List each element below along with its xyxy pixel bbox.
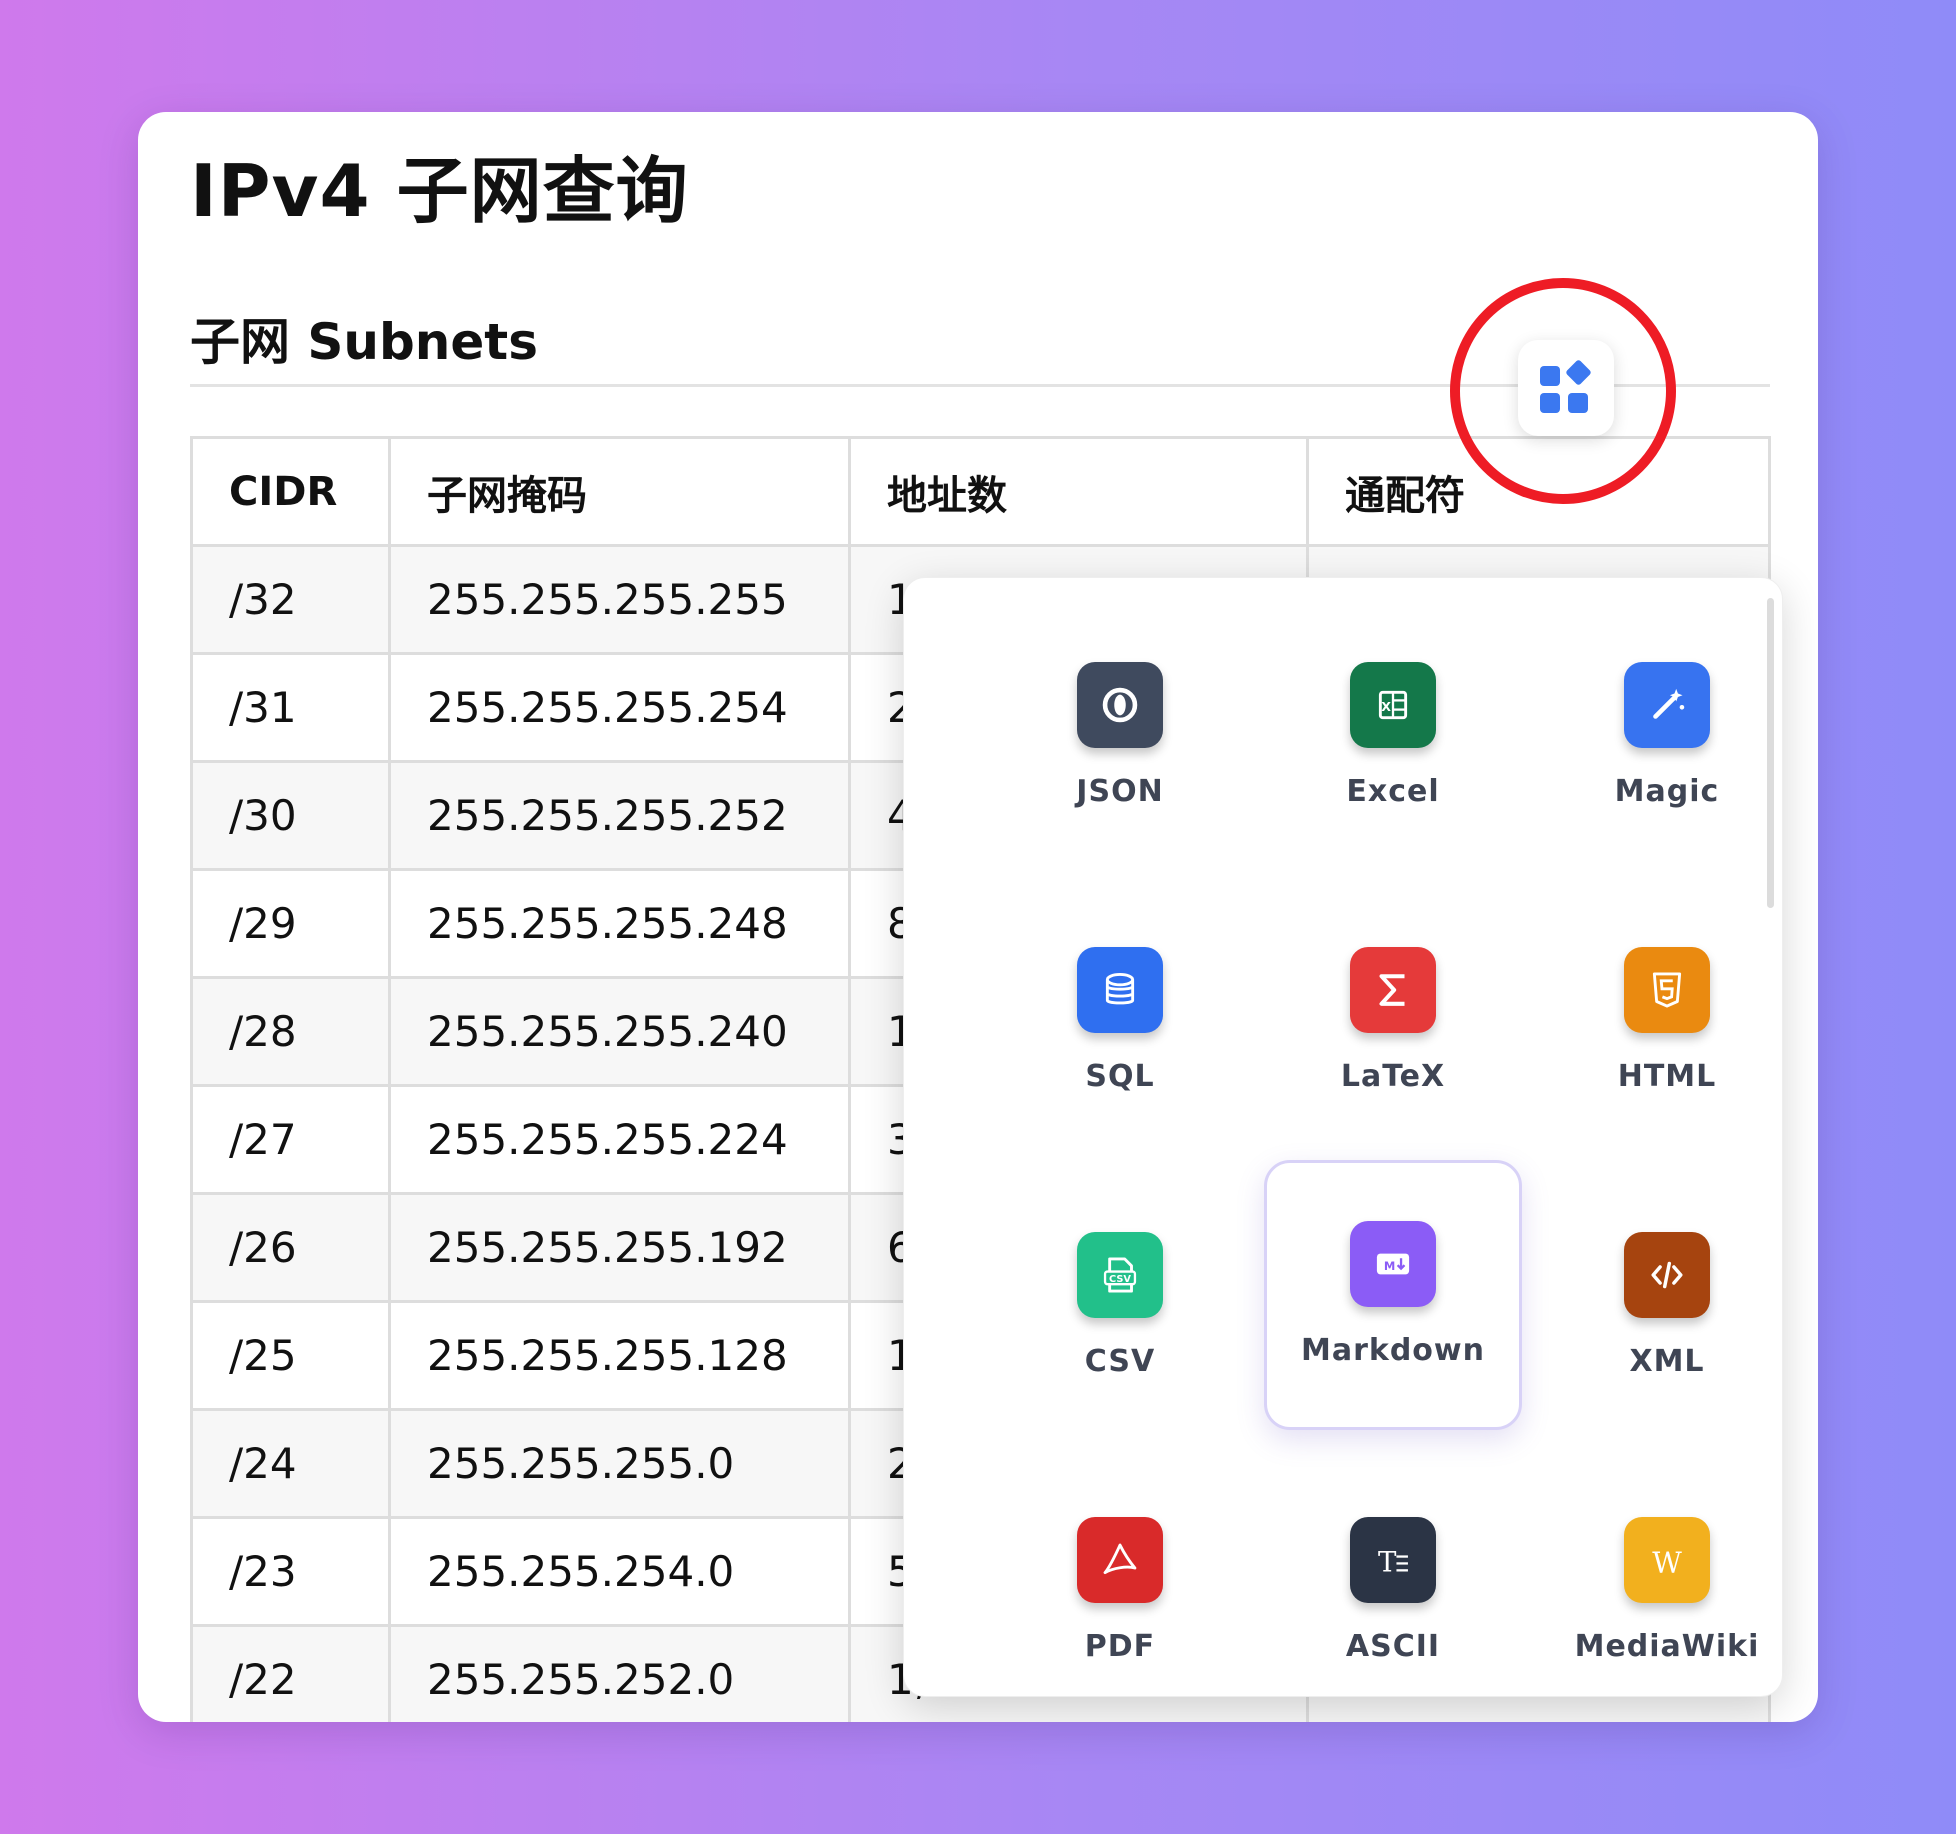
cidr-cell: /22 — [190, 1624, 391, 1722]
svg-text:X: X — [1381, 699, 1391, 714]
format-label: PDF — [1084, 1629, 1156, 1664]
format-option-json[interactable]: JSON — [991, 578, 1249, 848]
mask-cell: 255.255.255.255 — [388, 544, 851, 655]
mask-cell: 255.255.255.0 — [388, 1408, 851, 1519]
format-option-ascii[interactable]: T ASCII — [1264, 1433, 1522, 1696]
cidr-cell: /29 — [190, 868, 391, 979]
format-label: CSV — [1084, 1344, 1156, 1379]
format-option-mediawiki[interactable]: W MediaWiki — [1538, 1433, 1782, 1696]
svg-text:CSV: CSV — [1109, 1274, 1131, 1285]
format-option-latex[interactable]: LaTeX — [1264, 863, 1522, 1133]
mask-cell: 255.255.255.248 — [388, 868, 851, 979]
code-icon — [1624, 1232, 1710, 1318]
cidr-cell: /23 — [190, 1516, 391, 1627]
markdown-icon: M — [1350, 1221, 1436, 1307]
ascii-text-icon: T — [1350, 1517, 1436, 1603]
mask-cell: 255.255.255.252 — [388, 760, 851, 871]
cidr-cell: /30 — [190, 760, 391, 871]
format-option-html[interactable]: HTML — [1538, 863, 1782, 1133]
column-header-address-count: 地址数 — [848, 436, 1309, 547]
format-option-xml[interactable]: XML — [1538, 1148, 1782, 1418]
svg-text:W: W — [1652, 1546, 1682, 1580]
svg-text:M: M — [1384, 1259, 1395, 1273]
format-label: JSON — [1076, 774, 1164, 809]
mask-cell: 255.255.255.254 — [388, 652, 851, 763]
excel-icon: X — [1350, 662, 1436, 748]
cidr-cell: /28 — [190, 976, 391, 1087]
database-icon — [1077, 947, 1163, 1033]
sigma-icon — [1350, 947, 1436, 1033]
format-label: HTML — [1617, 1059, 1717, 1094]
format-label: XML — [1629, 1344, 1705, 1379]
mask-cell: 255.255.252.0 — [388, 1624, 851, 1722]
format-label: SQL — [1085, 1059, 1155, 1094]
pdf-icon — [1077, 1517, 1163, 1603]
mask-cell: 255.255.255.240 — [388, 976, 851, 1087]
html5-icon — [1624, 947, 1710, 1033]
format-option-markdown[interactable]: M Markdown — [1264, 1160, 1522, 1430]
svg-text:T: T — [1378, 1546, 1397, 1579]
json-icon — [1077, 662, 1163, 748]
format-option-magic[interactable]: Magic — [1538, 578, 1782, 848]
mediawiki-icon: W — [1624, 1517, 1710, 1603]
format-label: Markdown — [1300, 1333, 1485, 1368]
cidr-cell: /31 — [190, 652, 391, 763]
magic-wand-icon — [1624, 662, 1710, 748]
cidr-cell: /27 — [190, 1084, 391, 1195]
cidr-cell: /26 — [190, 1192, 391, 1303]
cidr-cell: /25 — [190, 1300, 391, 1411]
page-title: IPv4 子网查询 — [190, 149, 689, 233]
csv-icon: CSV — [1077, 1232, 1163, 1318]
format-label: LaTeX — [1340, 1059, 1446, 1094]
format-option-sql[interactable]: SQL — [991, 863, 1249, 1133]
section-title: 子网 Subnets — [190, 313, 538, 371]
mask-cell: 255.255.255.128 — [388, 1300, 851, 1411]
format-option-csv[interactable]: CSV CSV — [991, 1148, 1249, 1418]
column-header-cidr: CIDR — [190, 436, 391, 547]
export-format-menu: JSON X Excel Magic SQL LaTeX HTML CSV CSV M Markdo… — [903, 577, 1783, 1697]
format-option-pdf[interactable]: PDF — [991, 1433, 1249, 1696]
mask-cell: 255.255.255.224 — [388, 1084, 851, 1195]
mask-cell: 255.255.254.0 — [388, 1516, 851, 1627]
column-header-mask: 子网掩码 — [388, 436, 851, 547]
format-label: Magic — [1614, 774, 1720, 809]
format-option-excel[interactable]: X Excel — [1264, 578, 1522, 848]
format-label: MediaWiki — [1574, 1629, 1760, 1664]
highlight-circle — [1450, 278, 1676, 504]
mask-cell: 255.255.255.192 — [388, 1192, 851, 1303]
format-label: ASCII — [1345, 1629, 1441, 1664]
format-label: Excel — [1346, 774, 1440, 809]
cidr-cell: /32 — [190, 544, 391, 655]
cidr-cell: /24 — [190, 1408, 391, 1519]
